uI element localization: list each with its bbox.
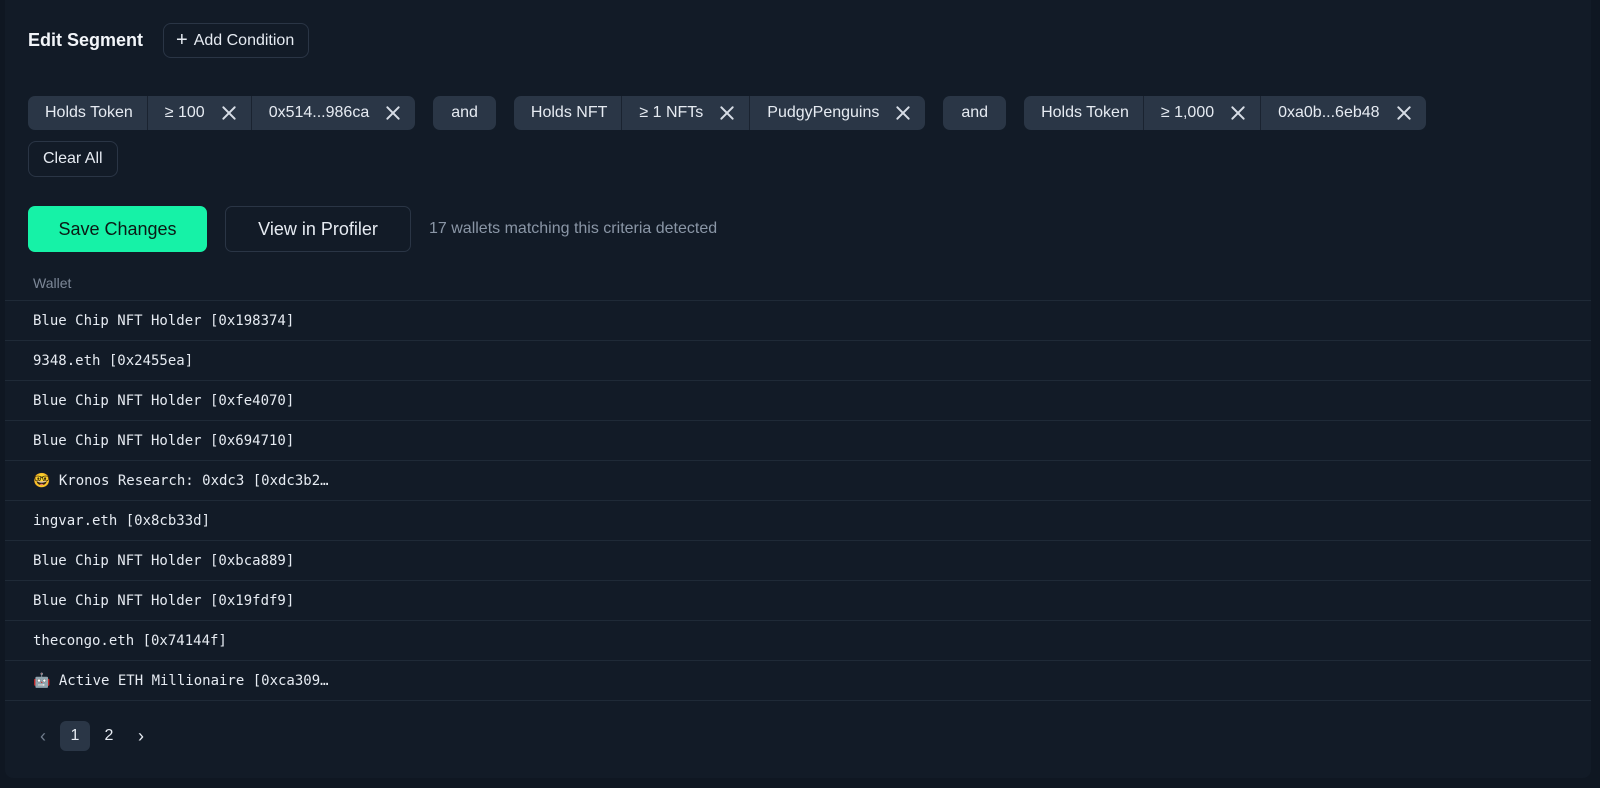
save-changes-button[interactable]: Save Changes [28, 206, 207, 252]
condition-operator-button[interactable]: ≥ 100 [146, 96, 251, 130]
condition-operator-button[interactable]: ≥ 1 NFTs [621, 96, 749, 130]
page-button-2[interactable]: 2 [94, 721, 124, 751]
wallet-list: Blue Chip NFT Holder [0x198374] 9348.eth… [5, 301, 1591, 701]
action-bar: Save Changes View in Profiler 17 wallets… [28, 206, 717, 252]
chevron-right-icon[interactable]: › [128, 721, 154, 751]
table-row[interactable]: 🤖 Active ETH Millionaire [0xca309… [5, 661, 1591, 701]
table-row[interactable]: Blue Chip NFT Holder [0x19fdf9] [5, 581, 1591, 621]
page-title: Edit Segment [28, 30, 144, 50]
add-condition-button[interactable]: + Add Condition [163, 23, 310, 58]
table-row[interactable]: Blue Chip NFT Holder [0x198374] [5, 301, 1591, 341]
close-icon[interactable] [221, 105, 237, 121]
condition-value-button[interactable]: 0x514...986ca [250, 96, 416, 130]
condition-value-button[interactable]: PudgyPenguins [749, 96, 925, 130]
close-icon[interactable] [1230, 105, 1246, 121]
chevron-left-icon[interactable]: ‹ [30, 721, 56, 751]
pagination: ‹ 1 2 › [30, 721, 154, 751]
table-row[interactable]: thecongo.eth [0x74144f] [5, 621, 1591, 661]
condition-value-button[interactable]: 0xa0b...6eb48 [1260, 96, 1425, 130]
add-condition-label: Add Condition [193, 31, 295, 49]
view-in-profiler-button[interactable]: View in Profiler [225, 206, 411, 252]
page-button-1[interactable]: 1 [60, 721, 90, 751]
table-row[interactable]: 🤓 Kronos Research: 0xdc3 [0xdc3b2… [5, 461, 1591, 501]
table-row[interactable]: ingvar.eth [0x8cb33d] [5, 501, 1591, 541]
close-icon[interactable] [719, 105, 735, 121]
clear-all-button[interactable]: Clear All [28, 141, 118, 177]
condition-type-button[interactable]: Holds NFT [514, 96, 621, 130]
condition-type-button[interactable]: Holds Token [28, 96, 147, 130]
condition-chip-3: Holds Token ≥ 1,000 0xa0b...6eb48 [1024, 96, 1426, 130]
plus-icon: + [176, 28, 188, 51]
match-count-text: 17 wallets matching this criteria detect… [429, 220, 718, 237]
close-icon[interactable] [1396, 105, 1412, 121]
condition-chip-2: Holds NFT ≥ 1 NFTs PudgyPenguins [513, 96, 926, 130]
condition-joiner[interactable]: and [943, 96, 1007, 130]
condition-joiner[interactable]: and [433, 96, 496, 130]
close-icon[interactable] [895, 105, 911, 121]
condition-list: Holds Token ≥ 100 0x514...986ca and Hold… [28, 96, 1426, 130]
condition-type-button[interactable]: Holds Token [1024, 96, 1143, 130]
condition-operator-button[interactable]: ≥ 1,000 [1142, 96, 1260, 130]
table-row[interactable]: Blue Chip NFT Holder [0x694710] [5, 421, 1591, 461]
segment-header: Edit Segment + Add Condition [28, 22, 310, 59]
table-row[interactable]: 9348.eth [0x2455ea] [5, 341, 1591, 381]
condition-chip-1: Holds Token ≥ 100 0x514...986ca [28, 96, 416, 130]
close-icon[interactable] [385, 105, 401, 121]
table-row[interactable]: Blue Chip NFT Holder [0xfe4070] [5, 381, 1591, 421]
wallet-column-header: Wallet [5, 266, 1591, 301]
table-row[interactable]: Blue Chip NFT Holder [0xbca889] [5, 541, 1591, 581]
